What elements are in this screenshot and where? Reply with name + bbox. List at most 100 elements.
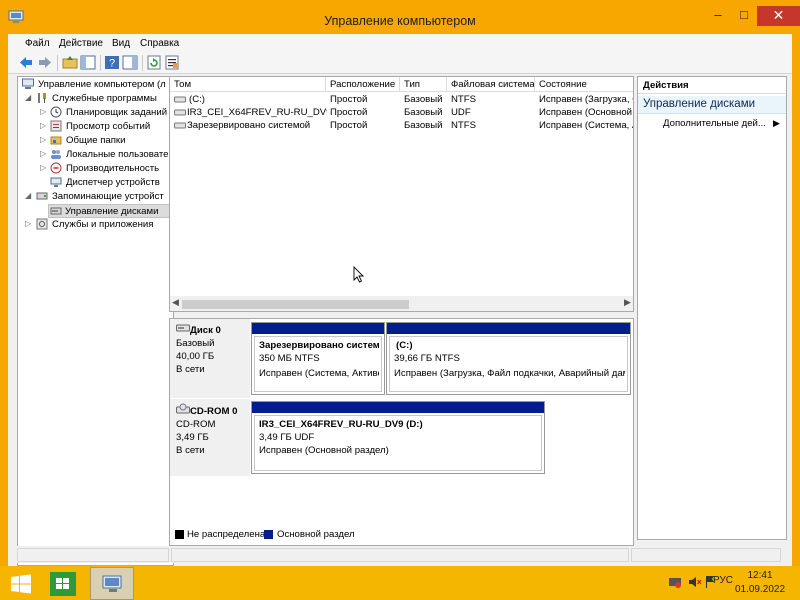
column-volume[interactable]: Том bbox=[174, 79, 191, 92]
status-section bbox=[631, 548, 781, 562]
tree-root[interactable]: Управление компьютером (л bbox=[20, 78, 173, 92]
tree-item-system-tools[interactable]: ◢ Служебные программы bbox=[20, 92, 173, 106]
drive-icon bbox=[174, 96, 186, 103]
up-folder-icon[interactable] bbox=[62, 55, 78, 70]
navigation-tree: Управление компьютером (л ◢ Служебные пр… bbox=[17, 76, 174, 566]
disk-layout-pane: Диск 0 Базовый 40,00 ГБ В сети Зарезерви… bbox=[169, 318, 634, 546]
drive-icon bbox=[174, 122, 186, 129]
status-section bbox=[17, 548, 169, 562]
volume-muted-icon[interactable] bbox=[688, 575, 702, 589]
partition-bar bbox=[387, 323, 630, 334]
taskbar-computer-management[interactable] bbox=[90, 567, 134, 600]
services-icon bbox=[36, 218, 48, 230]
refresh-icon[interactable] bbox=[146, 55, 162, 70]
menu-bar: Файл Действие Вид Справка bbox=[8, 34, 792, 52]
scroll-right-icon[interactable]: ▶ bbox=[624, 297, 631, 308]
minimize-button[interactable]: – bbox=[705, 6, 731, 26]
tree-item-local-users[interactable]: ▷ Локальные пользовате bbox=[20, 148, 173, 162]
clock-icon bbox=[50, 106, 62, 118]
more-actions-link[interactable]: Дополнительные дей... bbox=[663, 118, 766, 129]
partition-c[interactable]: (C:) 39,66 ГБ NTFS Исправен (Загрузка, Ф… bbox=[386, 322, 631, 395]
tree-item-task-scheduler[interactable]: ▷ Планировщик заданий bbox=[20, 106, 173, 120]
column-headers: Том Расположение Тип Файловая система Со… bbox=[170, 77, 633, 92]
clock[interactable]: 12:41 01.09.2022 bbox=[730, 569, 790, 597]
storage-icon bbox=[36, 192, 48, 200]
menu-action[interactable]: Действие bbox=[59, 38, 103, 49]
collapse-arrow-icon[interactable]: ◢ bbox=[25, 191, 33, 200]
tree-item-services-apps[interactable]: ▷ Службы и приложения bbox=[20, 218, 173, 232]
scroll-left-icon[interactable]: ◀ bbox=[172, 297, 179, 308]
cd-drive-icon bbox=[176, 403, 190, 414]
menu-help[interactable]: Справка bbox=[140, 38, 179, 49]
network-icon[interactable] bbox=[668, 575, 682, 589]
title-bar[interactable]: Управление компьютером – □ ✕ bbox=[0, 0, 800, 34]
drive-icon bbox=[174, 109, 186, 116]
horizontal-scrollbar[interactable]: ◀ ▶ bbox=[170, 296, 633, 311]
cdrom-0-label[interactable]: CD-ROM 0 CD-ROM 3,49 ГБ В сети bbox=[170, 399, 250, 476]
legend: Не распределена Основной раздел bbox=[169, 526, 634, 542]
expand-arrow-icon[interactable]: ▷ bbox=[25, 219, 33, 228]
tree-item-shared-folders[interactable]: ▷ Общие папки bbox=[20, 134, 173, 148]
expand-arrow-icon[interactable]: ▷ bbox=[40, 107, 48, 116]
submenu-arrow-icon[interactable]: ▶ bbox=[773, 118, 780, 129]
expand-arrow-icon[interactable]: ▷ bbox=[40, 121, 48, 130]
svg-text:?: ? bbox=[109, 58, 115, 70]
client-area: Файл Действие Вид Справка ? Управление к… bbox=[8, 34, 792, 566]
tree-item-device-manager[interactable]: Диспетчер устройств bbox=[20, 176, 173, 190]
unallocated-swatch bbox=[175, 530, 184, 539]
tree-item-disk-management[interactable]: Управление дисками bbox=[48, 204, 173, 218]
column-type[interactable]: Тип bbox=[404, 79, 420, 92]
table-row[interactable]: (C:) Простой Базовый NTFS Исправен (Загр… bbox=[170, 93, 633, 106]
expand-arrow-icon[interactable]: ▷ bbox=[40, 135, 48, 144]
table-row[interactable]: Зарезервировано системой Простой Базовый… bbox=[170, 119, 633, 132]
partition-bar bbox=[252, 402, 544, 413]
table-row[interactable]: IR3_CEI_X64FREV_RU-RU_DV9 (D:) Простой Б… bbox=[170, 106, 633, 119]
shared-folder-icon bbox=[50, 136, 62, 145]
status-bar bbox=[17, 546, 783, 563]
store-icon[interactable] bbox=[48, 570, 78, 598]
partition-bar bbox=[252, 323, 384, 334]
computer-management-icon bbox=[102, 575, 122, 592]
mouse-cursor-icon bbox=[353, 266, 365, 283]
partition-reserved[interactable]: Зарезервировано системоі 350 МБ NTFS Исп… bbox=[251, 322, 385, 395]
disk-0-label[interactable]: Диск 0 Базовый 40,00 ГБ В сети bbox=[170, 319, 250, 398]
actions-pane: Действия Управление дисками Дополнительн… bbox=[637, 76, 787, 540]
help-icon[interactable]: ? bbox=[104, 55, 120, 70]
back-arrow-icon[interactable] bbox=[18, 55, 34, 70]
actions-header: Действия bbox=[638, 77, 786, 94]
window-title: Управление компьютером bbox=[324, 14, 476, 28]
column-filesystem[interactable]: Файловая система bbox=[451, 79, 535, 92]
users-icon bbox=[51, 150, 61, 159]
show-hide-tree-icon[interactable] bbox=[80, 55, 96, 70]
toolbar: ? bbox=[8, 52, 792, 74]
event-viewer-icon bbox=[50, 120, 62, 132]
expand-arrow-icon[interactable]: ▷ bbox=[40, 149, 48, 158]
performance-icon bbox=[50, 162, 62, 174]
menu-file[interactable]: Файл bbox=[25, 38, 50, 49]
hard-disk-icon bbox=[176, 324, 190, 332]
maximize-button[interactable]: □ bbox=[731, 6, 757, 26]
device-manager-icon bbox=[50, 177, 62, 187]
column-location[interactable]: Расположение bbox=[330, 79, 395, 92]
column-status[interactable]: Состояние bbox=[539, 79, 587, 92]
forward-arrow-icon[interactable] bbox=[37, 55, 53, 70]
properties-icon[interactable] bbox=[164, 55, 180, 70]
tools-icon bbox=[38, 93, 46, 103]
windows-start-icon[interactable] bbox=[10, 574, 32, 594]
close-button[interactable]: ✕ bbox=[757, 6, 800, 26]
menu-view[interactable]: Вид bbox=[112, 38, 130, 49]
show-hide-action-pane-icon[interactable] bbox=[122, 55, 138, 70]
scroll-thumb[interactable] bbox=[182, 300, 409, 309]
actions-section-disk-management[interactable]: Управление дисками bbox=[638, 96, 786, 114]
volume-list: Том Расположение Тип Файловая система Со… bbox=[169, 76, 634, 312]
tree-item-storage[interactable]: ◢ Запоминающие устройст bbox=[20, 190, 173, 204]
partition-d[interactable]: IR3_CEI_X64FREV_RU-RU_DV9 (D:) 3,49 ГБ U… bbox=[251, 401, 545, 474]
status-section bbox=[171, 548, 629, 562]
computer-management-icon bbox=[22, 78, 34, 89]
expand-arrow-icon[interactable]: ▷ bbox=[40, 163, 48, 172]
disk-management-icon bbox=[50, 207, 62, 215]
collapse-arrow-icon[interactable]: ◢ bbox=[25, 93, 33, 102]
tree-item-event-viewer[interactable]: ▷ Просмотр событий bbox=[20, 120, 173, 134]
tree-item-performance[interactable]: ▷ Производительность bbox=[20, 162, 173, 176]
window: Управление компьютером – □ ✕ Файл Действ… bbox=[0, 0, 800, 566]
